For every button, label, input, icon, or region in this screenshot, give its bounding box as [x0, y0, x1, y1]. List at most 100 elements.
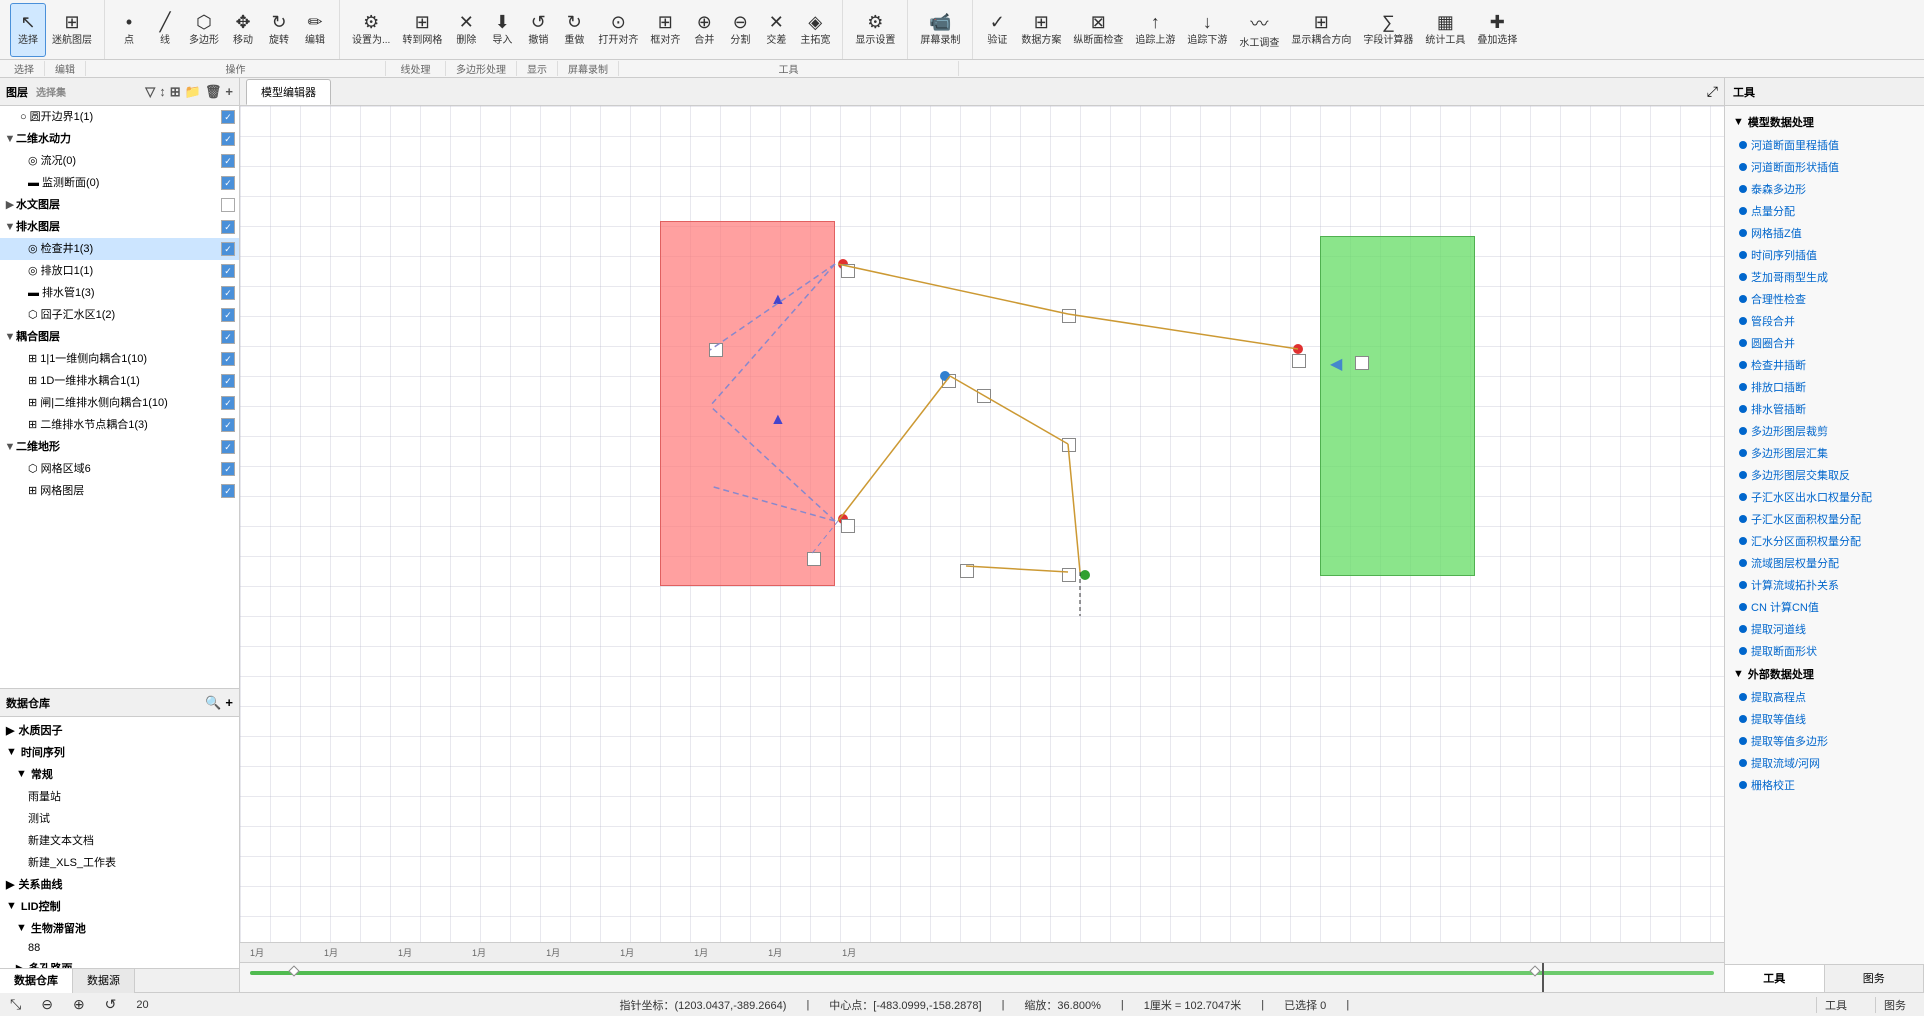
- right-item-thiessen[interactable]: 泰森多边形: [1725, 178, 1924, 200]
- display-combine-button[interactable]: ⊞ 显示耦合方向: [1285, 3, 1357, 57]
- right-item-polygon-collect[interactable]: 多边形图层汇集: [1725, 442, 1924, 464]
- right-item-extract-contour-polygon[interactable]: 提取等值多边形: [1725, 730, 1924, 752]
- cross-check-button[interactable]: ⊠ 纵断面检查: [1067, 3, 1129, 57]
- layer-checkbox[interactable]: [221, 242, 235, 256]
- canvas-area[interactable]: ▲ ▲ ◀: [240, 106, 1724, 942]
- layer-item[interactable]: ▼ 耦合图层: [0, 326, 239, 348]
- layer-checkbox[interactable]: [221, 110, 235, 124]
- layer-toggle[interactable]: ▼: [4, 328, 16, 346]
- water-adjust-button[interactable]: 〰 水工调查: [1233, 3, 1285, 57]
- layer-item[interactable]: ◎ 排放口1(1): [0, 260, 239, 282]
- right-panel-tab-tools[interactable]: 工具: [1816, 997, 1855, 1013]
- right-item-basin-area[interactable]: 汇水分区面积权量分配: [1725, 530, 1924, 552]
- layer-toggle[interactable]: ▼: [4, 438, 16, 456]
- set-device-button[interactable]: ⚙ 设置为...: [346, 3, 396, 57]
- trace-down-button[interactable]: ↓ 追踪下游: [1181, 3, 1233, 57]
- layer-checkbox[interactable]: [221, 374, 235, 388]
- layer-item[interactable]: ⊞ 1D一维排水耦合1(1): [0, 370, 239, 392]
- right-item-polygon-clip[interactable]: 多边形图层裁剪: [1725, 420, 1924, 442]
- layer-checkbox[interactable]: [221, 352, 235, 366]
- right-item-sub-area[interactable]: 子汇水区面积权量分配: [1725, 508, 1924, 530]
- right-item-sub-inout[interactable]: 子汇水区出水口权量分配: [1725, 486, 1924, 508]
- data-item-88[interactable]: 88: [2, 939, 237, 957]
- data-group-lid[interactable]: ▼ LID控制: [2, 895, 237, 917]
- verify-button[interactable]: ✓ 验证: [979, 3, 1015, 57]
- right-item-river-cross-shape[interactable]: 河道断面形状插值: [1725, 156, 1924, 178]
- right-tab-tools[interactable]: 工具: [1725, 965, 1825, 992]
- layer-checkbox[interactable]: [221, 286, 235, 300]
- polygon-button[interactable]: ⬡ 多边形: [183, 3, 225, 57]
- split-button[interactable]: ⊖ 分割: [722, 3, 758, 57]
- display-settings-button[interactable]: ⚙ 显示设置: [849, 3, 901, 57]
- node-handle-2[interactable]: [841, 264, 855, 278]
- layer-checkbox[interactable]: [221, 176, 235, 190]
- node-handle-5[interactable]: [1292, 354, 1306, 368]
- section-external-data[interactable]: ▼ 外部数据处理: [1725, 662, 1924, 686]
- layer-item[interactable]: ▬ 排水管1(3): [0, 282, 239, 304]
- layer-add-icon[interactable]: +: [225, 84, 233, 100]
- node-handle-10[interactable]: [977, 389, 991, 403]
- right-item-circle-merge[interactable]: 圆圈合并: [1725, 332, 1924, 354]
- right-item-point-dist[interactable]: 点量分配: [1725, 200, 1924, 222]
- right-item-chicago-rain[interactable]: 芝加哥雨型生成: [1725, 266, 1924, 288]
- data-item-new-xls[interactable]: 新建_XLS_工作表: [2, 851, 237, 873]
- layer-item-selected[interactable]: ◎ 检查井1(3): [0, 238, 239, 260]
- layer-item[interactable]: ▼ 二维地形: [0, 436, 239, 458]
- red-shape[interactable]: [660, 221, 835, 586]
- right-item-extract-contour[interactable]: 提取等值线: [1725, 708, 1924, 730]
- data-group-time-series[interactable]: ▼ 时间序列: [2, 741, 237, 763]
- layer-checkbox[interactable]: [221, 308, 235, 322]
- merge-button[interactable]: ⊕ 合并: [686, 3, 722, 57]
- main-widen-button[interactable]: ◈ 主拓宽: [794, 3, 836, 57]
- node-red-3[interactable]: [1293, 344, 1303, 354]
- timeline-playhead[interactable]: [1542, 963, 1544, 992]
- layer-item[interactable]: ⊞ 1|1一维侧向耦合1(10): [0, 348, 239, 370]
- layer-sort-icon[interactable]: ↕: [159, 84, 166, 100]
- move-button[interactable]: ✥ 移动: [225, 3, 261, 57]
- stats-tool-button[interactable]: ▦ 统计工具: [1419, 3, 1471, 57]
- node-blue-1[interactable]: [940, 371, 950, 381]
- layer-checkbox[interactable]: [221, 396, 235, 410]
- right-item-grid-z[interactable]: 网格插Z值: [1725, 222, 1924, 244]
- node-handle-11[interactable]: [960, 564, 974, 578]
- layer-checkbox[interactable]: [221, 154, 235, 168]
- data-group-water-quality[interactable]: ▶ 水质因子: [2, 719, 237, 741]
- undo-button[interactable]: ↺ 撤销: [520, 3, 556, 57]
- layer-item[interactable]: ▬ 监测断面(0): [0, 172, 239, 194]
- layer-item[interactable]: ⬡ 囧子汇水区1(2): [0, 304, 239, 326]
- right-item-inspection-cut[interactable]: 检查井插断: [1725, 354, 1924, 376]
- screen-record-button[interactable]: 📹 屏幕录制: [914, 3, 966, 57]
- right-item-extract-river[interactable]: 提取河道线: [1725, 618, 1924, 640]
- data-group-bio[interactable]: ▼ 生物滞留池: [2, 917, 237, 939]
- canvas-tab-model-editor[interactable]: 模型编辑器: [246, 79, 331, 105]
- right-item-rationality[interactable]: 合理性检查: [1725, 288, 1924, 310]
- data-item-new-text[interactable]: 新建文本文档: [2, 829, 237, 851]
- layer-item[interactable]: ◎ 流况(0): [0, 150, 239, 172]
- layer-toggle[interactable]: ▼: [4, 130, 16, 148]
- layer-item[interactable]: ⊞ 闸|二维排水侧向耦合1(10): [0, 392, 239, 414]
- node-handle-6[interactable]: [1062, 309, 1076, 323]
- canvas-zoom-out-icon[interactable]: ⊖: [41, 996, 53, 1013]
- layer-folder-icon[interactable]: 📁: [185, 84, 201, 100]
- data-group-porous[interactable]: ▶ 多孔路面: [2, 957, 237, 968]
- to-grid-button[interactable]: ⊞ 转到网格: [396, 3, 448, 57]
- delete-button[interactable]: ✕ 删除: [448, 3, 484, 57]
- right-item-time-series[interactable]: 时间序列插值: [1725, 244, 1924, 266]
- data-group-normal[interactable]: ▼ 常规: [2, 763, 237, 785]
- data-item-rain-station[interactable]: 雨量站: [2, 785, 237, 807]
- intersect-button[interactable]: ✕ 交差: [758, 3, 794, 57]
- layer-item[interactable]: ▼ 排水图层: [0, 216, 239, 238]
- tab-data-warehouse[interactable]: 数据仓库: [0, 969, 73, 993]
- rotate-button[interactable]: ↻ 旋转: [261, 3, 297, 57]
- right-item-extract-cross[interactable]: 提取断面形状: [1725, 640, 1924, 662]
- layer-item[interactable]: ⊞ 网格图层: [0, 480, 239, 502]
- data-group-curve[interactable]: ▶ 关系曲线: [2, 873, 237, 895]
- add-select-button[interactable]: ✚ 叠加选择: [1471, 3, 1523, 57]
- right-item-dem-correct[interactable]: 栅格校正: [1725, 774, 1924, 796]
- canvas-expand-icon[interactable]: ⤢: [1707, 83, 1718, 100]
- layer-item[interactable]: ▼ 二维水动力: [0, 128, 239, 150]
- calc-field-button[interactable]: ∑ 字段计算器: [1357, 3, 1419, 57]
- section-model-data[interactable]: ▼ 模型数据处理: [1725, 110, 1924, 134]
- canvas-fit-icon[interactable]: ⤡: [10, 996, 21, 1013]
- right-item-pipe-merge[interactable]: 管段合并: [1725, 310, 1924, 332]
